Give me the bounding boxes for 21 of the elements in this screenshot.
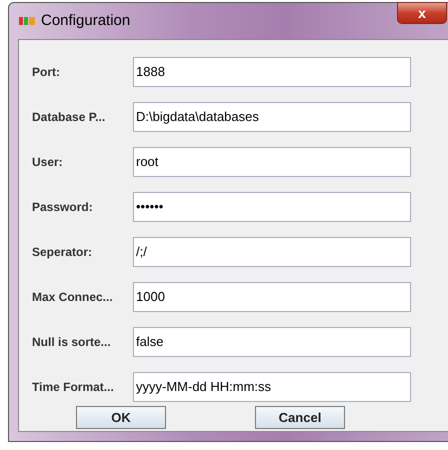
field-label: User:: [31, 154, 64, 170]
field-label: Port:: [31, 64, 61, 80]
text-field[interactable]: ••••••: [133, 192, 411, 222]
field-label: Password:: [31, 198, 94, 216]
field-label: Database P...: [31, 108, 106, 126]
text-field[interactable]: yyyy-MM-dd HH:mm:ss: [133, 372, 411, 402]
text-field[interactable]: root: [133, 146, 411, 176]
text-field[interactable]: false: [133, 326, 411, 356]
field-label: Max Connec...: [31, 288, 114, 306]
window-title: Configuration: [41, 10, 130, 31]
field-label: Time Format...: [31, 378, 115, 396]
field-label: Seperator:: [31, 244, 94, 260]
app-icon: [19, 16, 35, 26]
text-field[interactable]: 1888: [133, 56, 411, 86]
close-button[interactable]: x: [397, 2, 447, 24]
text-field[interactable]: D:\bigdata\databases: [133, 102, 411, 132]
text-field[interactable]: 1000: [133, 282, 411, 312]
text-field[interactable]: /;/: [133, 236, 411, 266]
dialog-button[interactable]: Cancel: [255, 406, 345, 429]
dialog-button[interactable]: OK: [76, 406, 166, 429]
field-label: Null is sorte...: [31, 334, 112, 350]
